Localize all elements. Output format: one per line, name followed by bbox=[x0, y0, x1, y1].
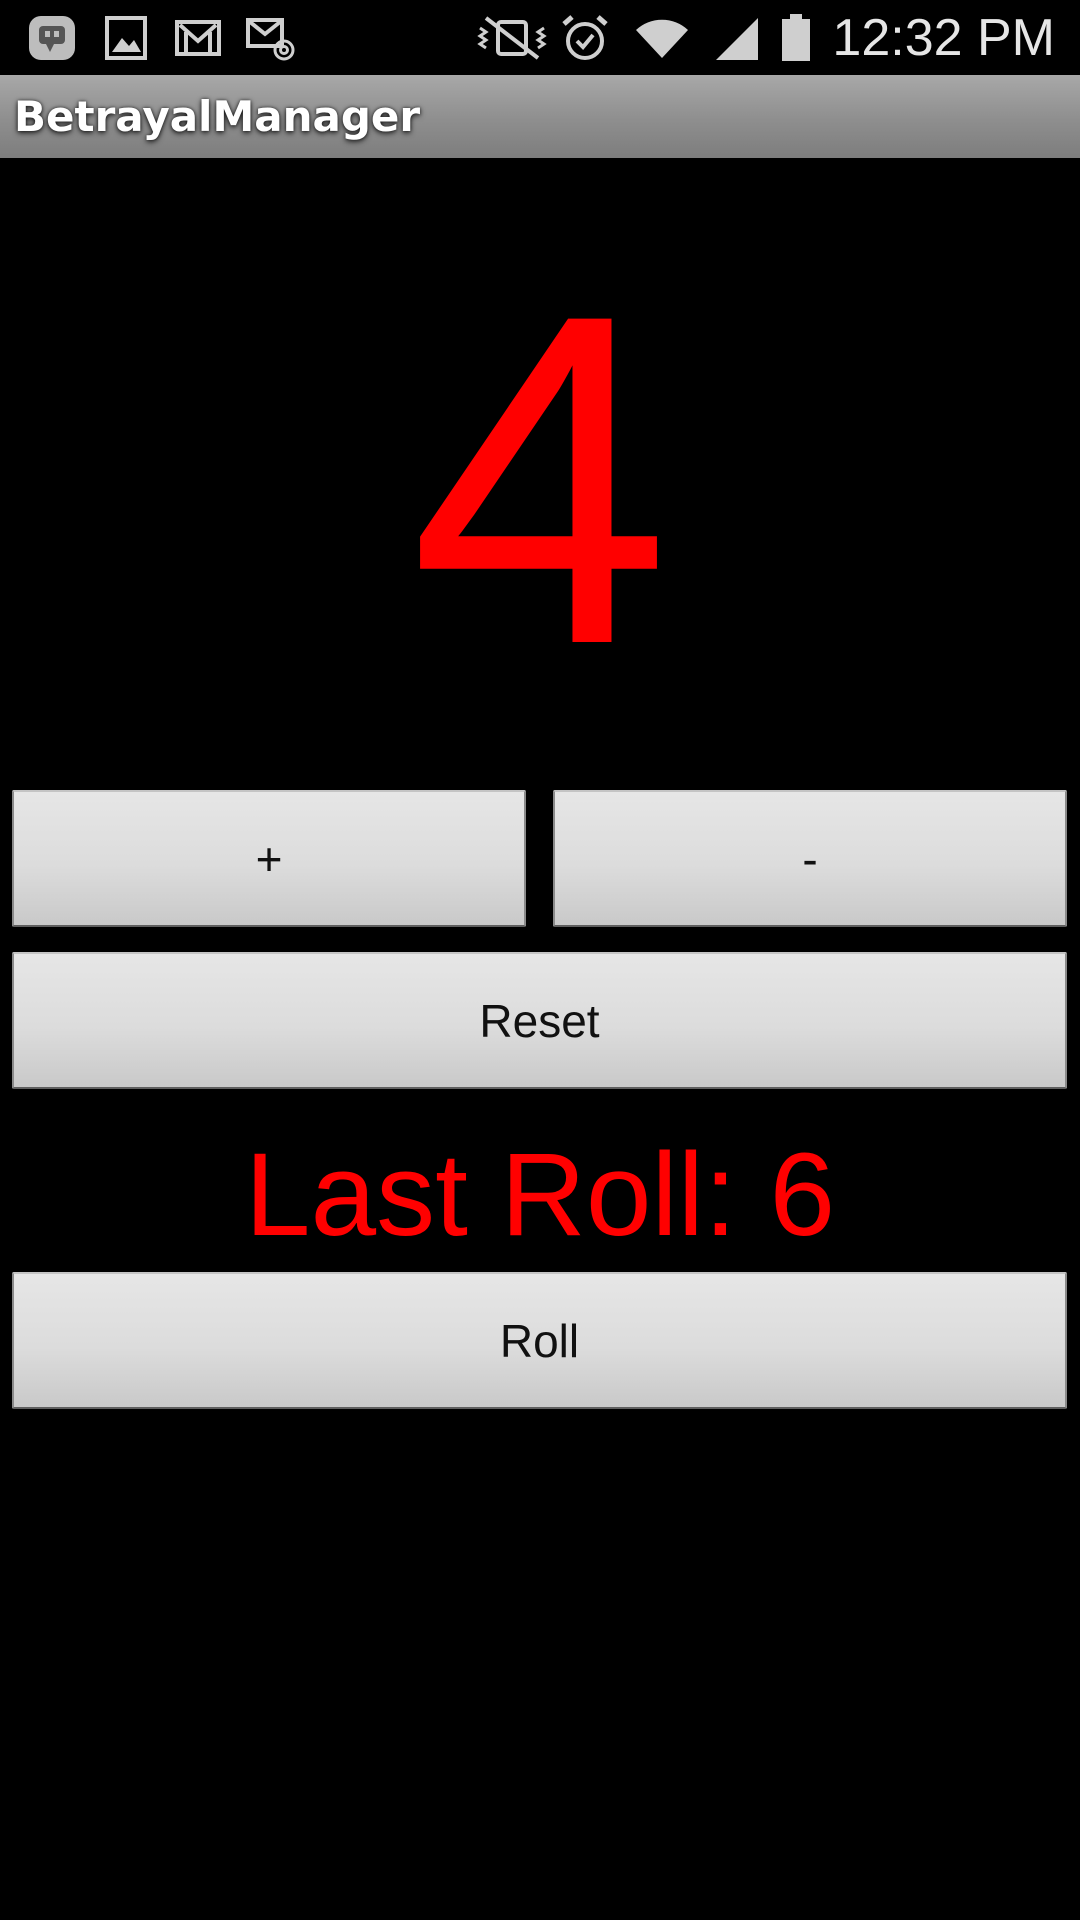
increment-button[interactable]: + bbox=[12, 790, 526, 927]
app-screen: 12:32 PM BetrayalManager 4 + - Reset Las… bbox=[0, 0, 1080, 1920]
counter-value: 4 bbox=[409, 217, 671, 742]
action-bar: BetrayalManager bbox=[0, 75, 1080, 158]
hangouts-icon bbox=[29, 16, 75, 60]
status-time: 12:32 PM bbox=[832, 9, 1055, 67]
decrement-button-label: - bbox=[802, 832, 818, 885]
decrement-button[interactable]: - bbox=[553, 790, 1067, 927]
mute-vibrate-icon bbox=[477, 16, 547, 60]
alarm-icon bbox=[562, 15, 608, 60]
roll-button-label: Roll bbox=[499, 1314, 580, 1367]
signal-icon bbox=[716, 18, 758, 60]
email-icon bbox=[246, 18, 295, 61]
battery-icon bbox=[782, 14, 810, 61]
wifi-icon bbox=[636, 19, 688, 58]
last-roll-text: Last Roll: 6 bbox=[244, 1129, 836, 1261]
reset-button[interactable]: Reset bbox=[12, 952, 1067, 1089]
increment-button-label: + bbox=[255, 832, 283, 885]
gmail-icon bbox=[175, 20, 221, 56]
reset-button-label: Reset bbox=[479, 994, 600, 1047]
app-title: BetrayalManager bbox=[14, 92, 421, 141]
gallery-icon bbox=[105, 16, 147, 60]
roll-button[interactable]: Roll bbox=[12, 1272, 1067, 1409]
status-bar: 12:32 PM bbox=[0, 0, 1080, 75]
